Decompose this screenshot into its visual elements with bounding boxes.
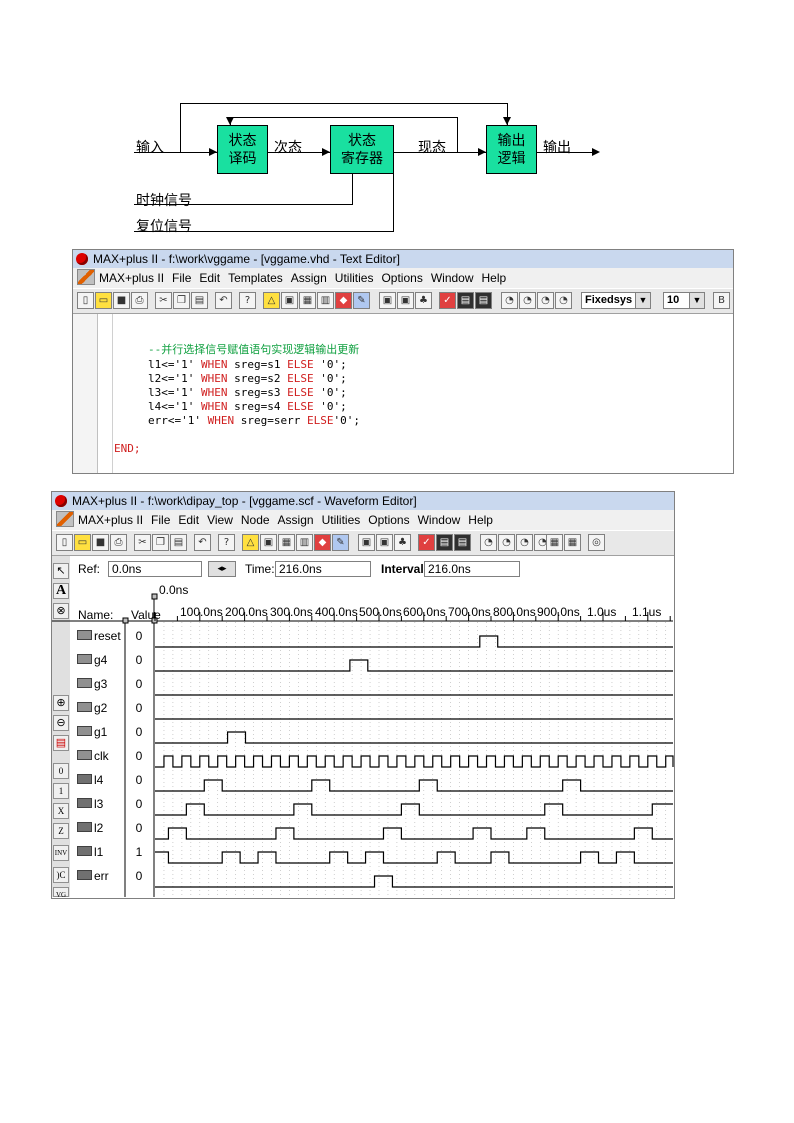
waveform-g4 [155, 659, 673, 672]
cursor-handle [151, 593, 158, 600]
waveform-clk [155, 755, 674, 768]
waveform-err [155, 875, 673, 888]
waveform-l4 [155, 779, 673, 792]
waveform-l3 [155, 803, 673, 816]
waveform-l2 [155, 827, 673, 840]
waveform-reset [155, 635, 673, 648]
waveform-display[interactable] [0, 0, 794, 900]
waveform-g1 [155, 731, 673, 744]
column-handle [122, 617, 129, 624]
waveform-l1 [155, 851, 673, 864]
